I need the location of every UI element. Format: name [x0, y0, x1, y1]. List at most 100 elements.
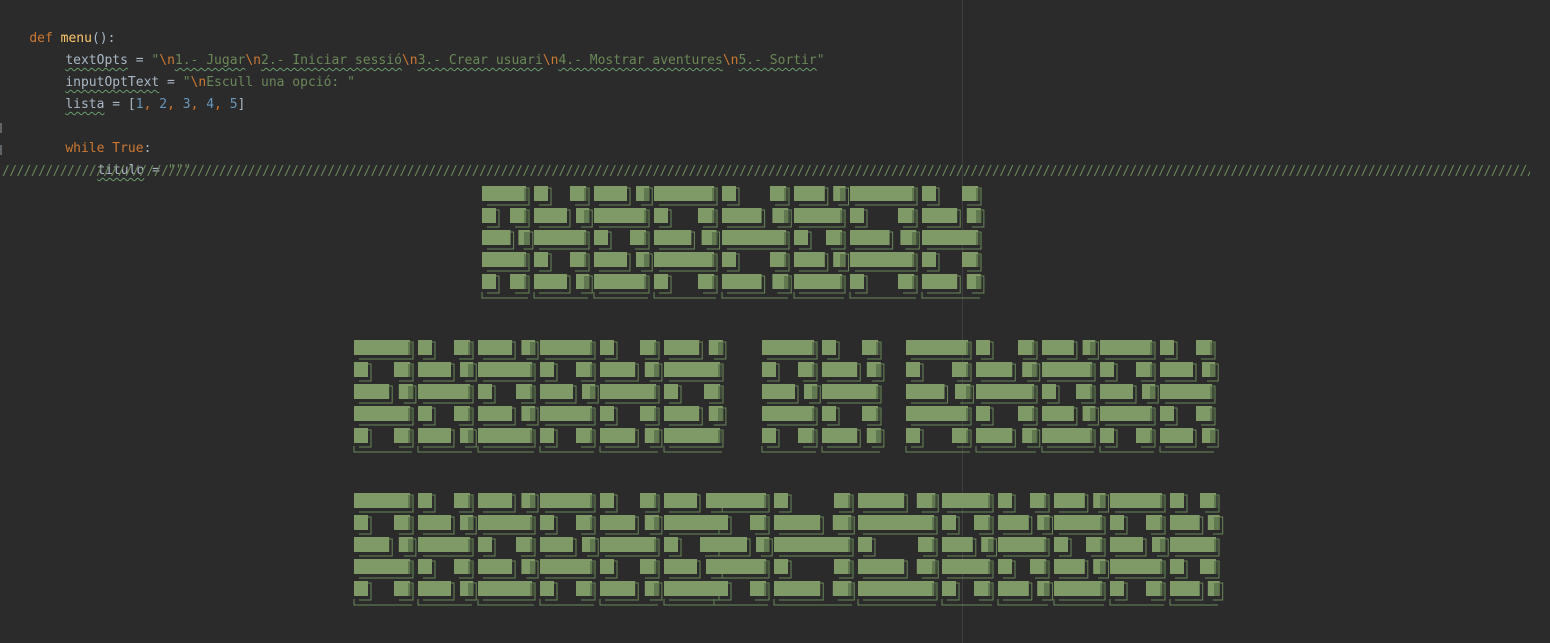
code-line-textopts[interactable]: textOpts = "\n1.- Jugar\n2.- Iniciar ses… [34, 28, 824, 68]
code-line-while[interactable]: while True: [34, 116, 151, 156]
shade-segment [876, 386, 882, 399]
shade-segment [584, 276, 590, 289]
block-segment [1160, 362, 1193, 377]
word2c-glyph [905, 340, 974, 453]
shade-segment [1100, 561, 1106, 574]
shade-segment [654, 561, 660, 574]
word2c-glyph [1159, 340, 1219, 453]
word2a-glyph [663, 340, 727, 453]
block-segment [576, 362, 592, 377]
shade-segment [530, 364, 536, 377]
block-segment [600, 406, 614, 421]
word2c-glyph [1099, 340, 1159, 453]
block-segment [998, 493, 1012, 508]
block-segment [478, 340, 513, 355]
block-segment [1196, 340, 1212, 355]
shade-segment [912, 254, 918, 267]
block-segment [418, 384, 470, 399]
block-segment [600, 537, 656, 552]
block-segment [850, 208, 864, 223]
shade-segment [1214, 495, 1220, 508]
block-segment [1196, 406, 1212, 421]
block-segment [354, 515, 368, 530]
block-segment [750, 515, 766, 530]
code-editor[interactable]: def menu(): textOpts = "\n1.- Jugar\n2.-… [0, 0, 1550, 643]
word1-glyph [921, 186, 985, 299]
block-segment [478, 406, 513, 421]
block-segment [698, 274, 714, 289]
shade-segment [1214, 561, 1220, 574]
gutter-fold-marker[interactable] [0, 145, 2, 155]
block-segment [516, 537, 532, 552]
block-segment [762, 362, 776, 377]
shade-segment [966, 408, 972, 421]
block-segment [418, 428, 451, 443]
block-segment [822, 340, 836, 355]
shade-segment [468, 430, 474, 443]
block-segment [998, 537, 1046, 552]
block-segment [482, 274, 496, 289]
block-segment [454, 340, 470, 355]
shade-segment [408, 517, 414, 530]
block-segment [1170, 559, 1184, 574]
shade-segment [840, 210, 846, 223]
block-segment [654, 186, 714, 201]
shade-segment [590, 517, 596, 530]
block-segment [974, 581, 990, 596]
block-segment [794, 186, 825, 201]
gutter-fold-marker[interactable] [0, 123, 2, 133]
block-segment [714, 559, 766, 574]
shade-segment [812, 430, 818, 443]
shade-segment [1150, 342, 1156, 355]
block-segment [858, 559, 905, 574]
block-segment [750, 581, 766, 596]
shade-segment [932, 561, 938, 574]
shade-segment [966, 364, 972, 377]
block-segment [354, 428, 368, 443]
word3b-glyph [941, 493, 998, 606]
block-segment [418, 515, 451, 530]
shade-segment [932, 583, 938, 596]
block-segment [654, 208, 668, 223]
block-segment [1042, 428, 1092, 443]
block-segment [664, 406, 700, 421]
shade-segment [530, 583, 536, 596]
block-segment [922, 252, 936, 267]
block-segment [1170, 581, 1200, 596]
code-line-inputopttext[interactable]: inputOptText = "\nEscull una opció: " [34, 50, 355, 90]
shade-segment [976, 232, 982, 245]
block-segment [594, 252, 627, 267]
word3b-glyph [713, 493, 773, 606]
shade-segment [468, 386, 474, 399]
code-line-lista[interactable]: lista = [1, 2, 3, 4, 5] [34, 72, 245, 112]
shade-segment [468, 342, 474, 355]
block-segment [774, 493, 788, 508]
block-segment [774, 515, 821, 530]
shade-segment [1090, 364, 1096, 377]
shade-segment [718, 342, 724, 355]
block-segment [664, 515, 716, 530]
shade-segment [712, 210, 718, 223]
block-segment [998, 581, 1029, 596]
block-segment [594, 230, 608, 245]
shade-segment [1210, 364, 1216, 377]
shade-segment [408, 430, 414, 443]
shade-segment [1044, 539, 1050, 552]
shade-segment [1044, 583, 1050, 596]
shade-segment [654, 408, 660, 421]
block-segment [1160, 340, 1174, 355]
block-segment [714, 537, 747, 552]
shade-segment [784, 254, 790, 267]
code-line-def[interactable]: def menu(): [0, 6, 115, 46]
block-segment [834, 493, 850, 508]
shade-segment [530, 430, 536, 443]
block-segment [798, 362, 814, 377]
code-line-titulo[interactable]: titulo = """ [66, 138, 191, 178]
block-segment [1100, 384, 1133, 399]
shade-segment [408, 386, 414, 399]
shade-segment [912, 188, 918, 201]
shade-segment [654, 364, 660, 377]
word3b-glyph [1053, 493, 1110, 606]
block-segment [722, 252, 736, 267]
word2a-glyph [417, 340, 477, 453]
